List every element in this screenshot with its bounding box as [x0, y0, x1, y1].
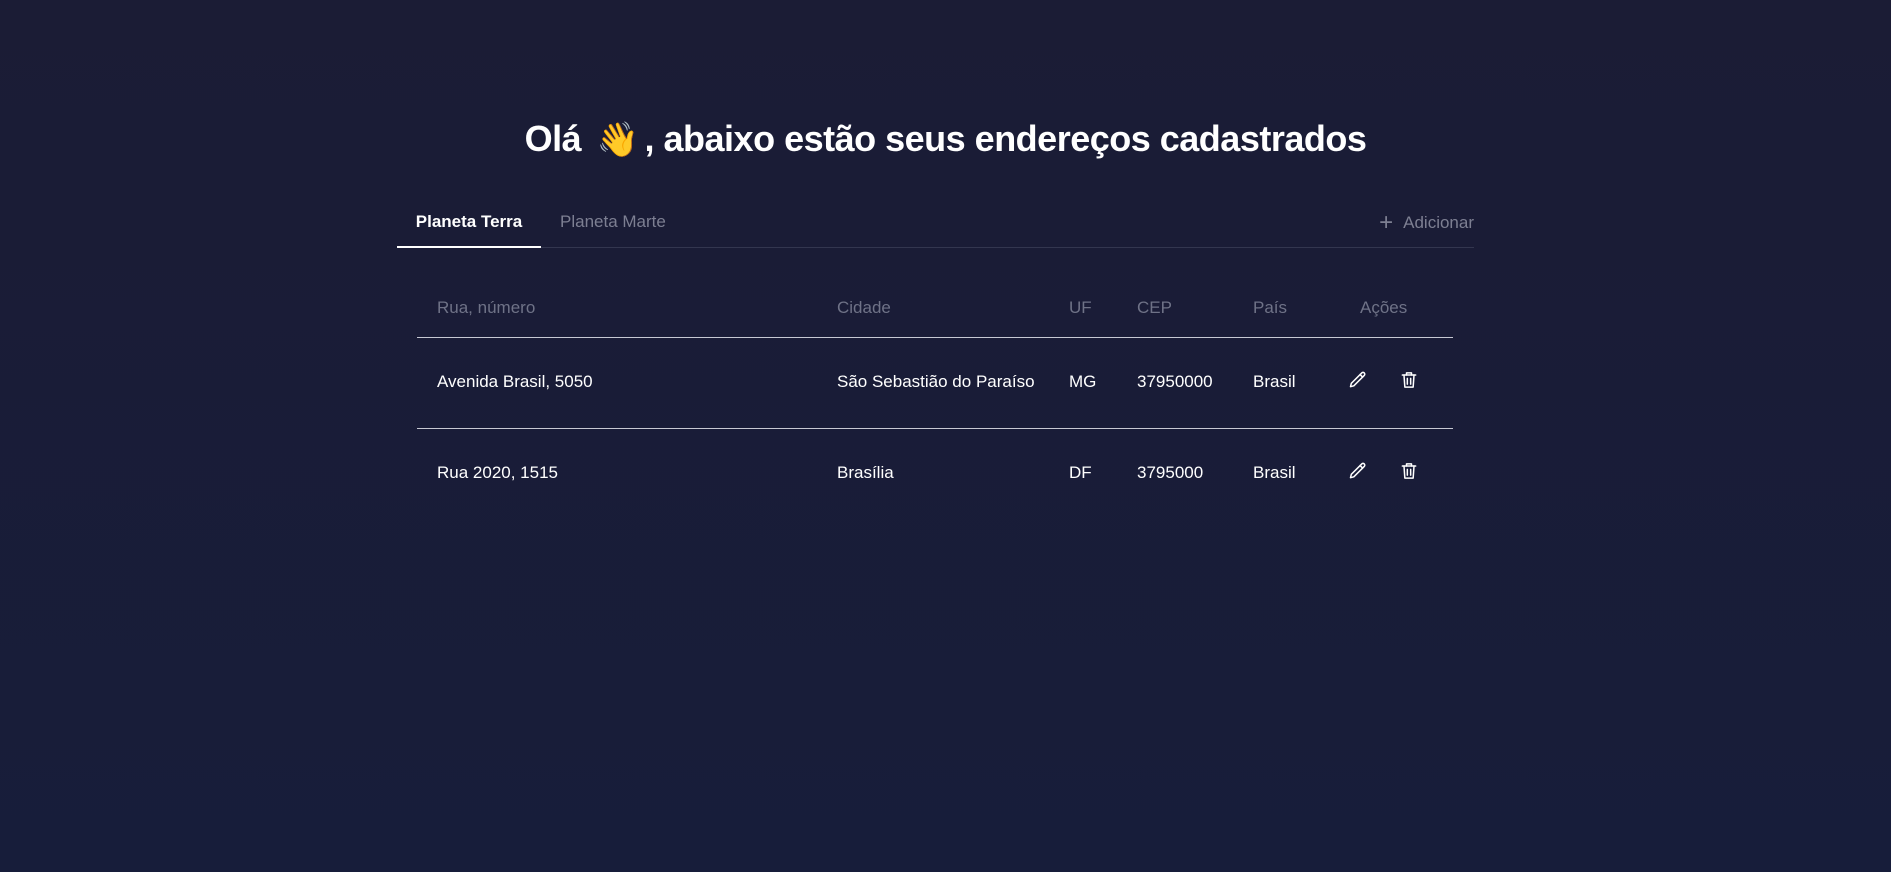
column-header-rua: Rua, número [437, 298, 536, 317]
pencil-icon [1349, 462, 1366, 479]
cell-rua: Avenida Brasil, 5050 [437, 372, 593, 391]
table-row: Rua 2020, 1515 Brasília DF 3795000 Brasi… [417, 429, 1453, 520]
title-text: , abaixo estão seus endereços cadastrado… [644, 118, 1367, 159]
add-address-button[interactable]: + Adicionar [1379, 209, 1474, 236]
tabs-bar: Planeta Terra Planeta Marte + Adicionar [397, 200, 1474, 248]
row-actions [1347, 460, 1420, 482]
cell-uf: MG [1069, 372, 1097, 391]
delete-button[interactable] [1398, 460, 1420, 482]
cell-cidade: Brasília [837, 463, 894, 482]
trash-icon [1401, 463, 1417, 479]
plus-icon: + [1379, 209, 1394, 236]
tab-planeta-marte[interactable]: Planeta Marte [560, 212, 666, 248]
cell-cidade: São Sebastião do Paraíso [837, 372, 1035, 391]
cell-rua: Rua 2020, 1515 [437, 463, 558, 482]
edit-button[interactable] [1347, 369, 1369, 391]
greeting-text: Olá [524, 118, 582, 159]
cell-pais: Brasil [1253, 372, 1296, 391]
row-actions [1347, 369, 1420, 391]
tab-planeta-terra[interactable]: Planeta Terra [397, 212, 541, 248]
column-header-acoes: Ações [1360, 298, 1408, 317]
cell-pais: Brasil [1253, 463, 1296, 482]
cell-cep: 3795000 [1137, 463, 1204, 482]
cell-uf: DF [1069, 463, 1092, 482]
column-header-uf: UF [1069, 298, 1092, 317]
column-header-cidade: Cidade [837, 298, 891, 317]
edit-button[interactable] [1347, 460, 1369, 482]
trash-icon [1401, 372, 1417, 388]
add-button-label: Adicionar [1403, 213, 1474, 232]
column-header-pais: País [1253, 298, 1288, 317]
table-row: Avenida Brasil, 5050 São Sebastião do Pa… [417, 338, 1453, 429]
waving-hand-icon: 👋 [596, 121, 639, 159]
pencil-icon [1349, 371, 1366, 388]
column-header-cep: CEP [1137, 298, 1172, 317]
addresses-table: Rua, número Cidade UF CEP País Ações Ave… [417, 280, 1453, 520]
table-header: Rua, número Cidade UF CEP País Ações [417, 280, 1453, 338]
delete-button[interactable] [1398, 369, 1420, 391]
cell-cep: 37950000 [1137, 372, 1213, 391]
page-title: Olá 👋, abaixo estão seus endereços cadas… [0, 118, 1891, 160]
